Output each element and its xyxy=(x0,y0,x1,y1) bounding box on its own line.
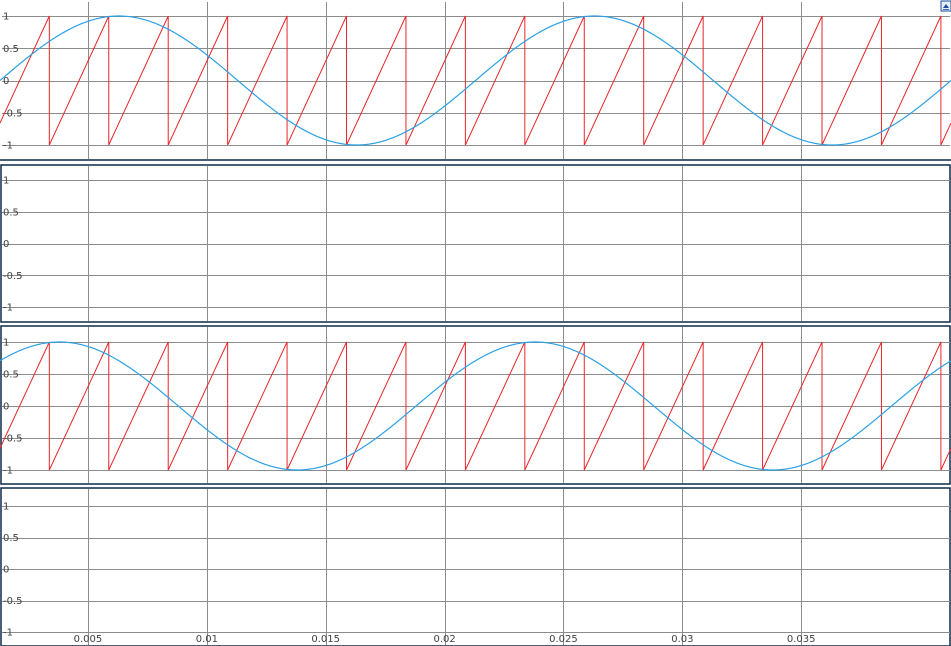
y-tick-label: 0.5 xyxy=(3,533,19,544)
y-tick-label: 0 xyxy=(3,239,9,250)
y-tick-label: 1 xyxy=(3,176,9,187)
y-tick-label: 1 xyxy=(3,502,9,513)
x-tick-label: 0.005 xyxy=(74,634,103,645)
y-tick-label: 1 xyxy=(3,12,9,23)
x-tick-label: 0.02 xyxy=(433,634,455,645)
panel-border xyxy=(0,487,951,646)
y-tick-label: -0.5 xyxy=(3,271,23,282)
x-tick-label: 0.025 xyxy=(549,634,578,645)
y-tick-label: 0.5 xyxy=(3,44,19,55)
y-tick-label: 1 xyxy=(3,338,9,349)
autoscale-icon[interactable] xyxy=(940,0,951,12)
panel-border xyxy=(0,325,951,485)
scope-panel-1: 10.50-0.5-1 xyxy=(0,2,951,161)
x-tick-label: 0.03 xyxy=(671,634,693,645)
x-tick-label: 0.035 xyxy=(787,634,816,645)
panel-border xyxy=(0,164,951,323)
scope-panel-3: 10.50-0.5-1 xyxy=(0,325,951,485)
scope-panels: 10.50-0.5-110.50-0.5-110.50-0.5-110.50-0… xyxy=(0,2,951,646)
x-tick-label: 0.015 xyxy=(311,634,340,645)
sine-series-line xyxy=(0,15,951,146)
y-tick-label: -1 xyxy=(3,303,13,314)
y-tick-label: -1 xyxy=(3,466,13,477)
y-tick-label: 0 xyxy=(3,402,9,413)
y-tick-label: -1 xyxy=(3,628,13,639)
y-tick-label: 0.5 xyxy=(3,207,19,218)
y-tick-label: -0.5 xyxy=(3,596,23,607)
scope-panel-2: 1 0.5 0 -0.5 -1 xyxy=(0,164,951,323)
x-tick-label: 0.01 xyxy=(196,634,218,645)
y-tick-label: 0 xyxy=(3,565,9,576)
x-axis-tick-labels: 0.005 0.01 0.015 0.02 0.025 0.03 0.035 xyxy=(74,634,816,645)
y-tick-label: 0.5 xyxy=(3,370,19,381)
scope-panel-4: 1 0.5 0 -0.5 -1 xyxy=(0,487,951,646)
scope-display: 10.50-0.5-110.50-0.5-110.50-0.5-110.50-0… xyxy=(0,0,951,646)
y-tick-label: -1 xyxy=(3,141,13,152)
